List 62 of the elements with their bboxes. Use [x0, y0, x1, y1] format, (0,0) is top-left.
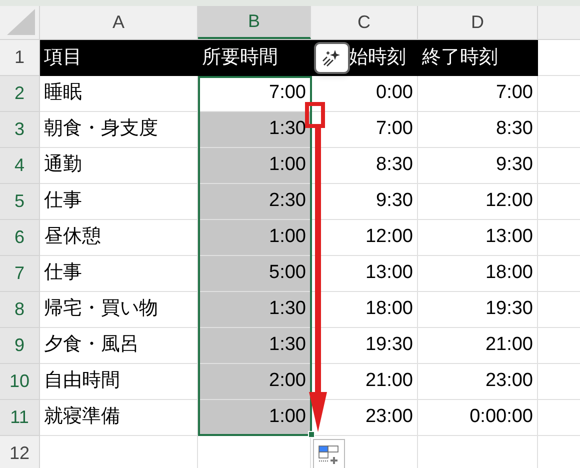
row-header[interactable]: 1 [0, 40, 40, 76]
table-cell: 仕事 [40, 256, 198, 292]
table-cell: 就寝準備 [40, 400, 198, 436]
paste-options-icon [318, 445, 340, 465]
row-header[interactable]: 8 [0, 292, 40, 328]
fill-handle[interactable] [308, 431, 315, 438]
row-header[interactable]: 11 [0, 400, 40, 436]
table-cell: 2:30 [198, 184, 311, 220]
row-header[interactable]: 5 [0, 184, 40, 220]
table-cell: 8:30 [311, 148, 418, 184]
row-header[interactable]: 3 [0, 112, 40, 148]
quick-analysis-button[interactable] [314, 42, 350, 74]
header-cell: 項目 [40, 40, 198, 76]
table-cell: 0:00:00 [418, 400, 538, 436]
row-header[interactable]: 9 [0, 328, 40, 364]
row-header[interactable]: 10 [0, 364, 40, 400]
table-cell: 9:30 [418, 148, 538, 184]
table-cell: 23:00 [418, 364, 538, 400]
table-cell: 仕事 [40, 184, 198, 220]
table-cell: 昼休憩 [40, 220, 198, 256]
table-cell: 睡眠 [40, 76, 198, 112]
table-cell: 1:00 [198, 148, 311, 184]
table-cell: 0:00 [311, 76, 418, 112]
table-cell: 9:30 [311, 184, 418, 220]
row-header[interactable]: 12 [0, 436, 40, 468]
table-cell: 18:00 [418, 256, 538, 292]
highlight-box [305, 102, 325, 128]
table-cell: 朝食・身支度 [40, 112, 198, 148]
table-cell: 通勤 [40, 148, 198, 184]
table-cell: 1:00 [198, 400, 311, 436]
table-cell: 2:00 [198, 364, 311, 400]
table-cell: 1:30 [198, 328, 311, 364]
table-cell: 13:00 [418, 220, 538, 256]
table-cell: 5:00 [198, 256, 311, 292]
table-cell: 帰宅・買い物 [40, 292, 198, 328]
table-cell: 12:00 [311, 220, 418, 256]
table-cell: 19:30 [418, 292, 538, 328]
table-cell: 8:30 [418, 112, 538, 148]
column-header[interactable]: C [311, 6, 418, 39]
table-cell: 1:00 [198, 220, 311, 256]
paste-options-button[interactable] [313, 439, 345, 468]
column-header[interactable]: B [198, 6, 311, 39]
header-cell: 終了時刻 [418, 40, 538, 76]
corner-triangle-icon [7, 9, 35, 35]
table-cell: 12:00 [418, 184, 538, 220]
table-cell: 夕食・風呂 [40, 328, 198, 364]
table-cell: 18:00 [311, 292, 418, 328]
table-cell: 7:00 [311, 112, 418, 148]
table-cell: 19:30 [311, 328, 418, 364]
header-cell: 所要時間 [198, 40, 311, 76]
table-cell: 1:30 [198, 112, 311, 148]
table-cell: 7:00 [418, 76, 538, 112]
row-header[interactable]: 7 [0, 256, 40, 292]
column-header[interactable]: D [418, 6, 538, 39]
row-header[interactable]: 6 [0, 220, 40, 256]
sparkle-icon [322, 49, 342, 67]
table-cell: 21:00 [418, 328, 538, 364]
table-cell: 1:30 [198, 292, 311, 328]
row-header[interactable]: 2 [0, 76, 40, 112]
row-header[interactable]: 4 [0, 148, 40, 184]
table-cell: 13:00 [311, 256, 418, 292]
table-cell: 自由時間 [40, 364, 198, 400]
